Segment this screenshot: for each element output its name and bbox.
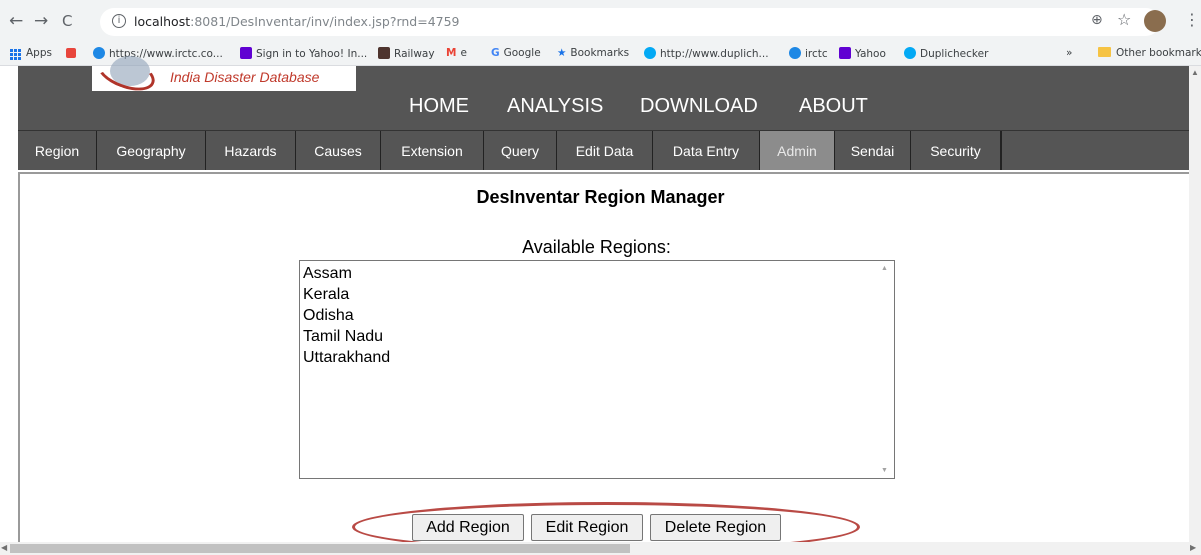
menu-sendai[interactable]: Sendai (835, 131, 911, 170)
bookmark-duplichecker-link[interactable]: http://www.duplich... (644, 47, 769, 60)
listbox-scrollbar[interactable]: ▲ ▼ (877, 261, 894, 478)
page-vertical-scrollbar[interactable]: ▲ (1189, 66, 1201, 542)
site-logo[interactable]: India Disaster Database (92, 48, 356, 98)
menu-query[interactable]: Query (484, 131, 557, 170)
star-icon[interactable]: ☆ (1117, 10, 1131, 29)
bookmark-google[interactable]: G Google (491, 47, 541, 59)
browser-toolbar: ← → C i localhost:8081/DesInventar/inv/i… (0, 0, 1201, 44)
bookmark-yahoo-signin[interactable]: Sign in to Yahoo! In... (240, 47, 367, 60)
page-horizontal-scrollbar[interactable]: ◀ ▶ (0, 542, 1201, 555)
bookmark-railway[interactable]: Railway (378, 47, 435, 60)
menu-data-entry[interactable]: Data Entry (653, 131, 760, 170)
browser-menu-icon[interactable]: ⋮ (1184, 10, 1200, 29)
menu-admin[interactable]: Admin (760, 131, 835, 170)
nav-home[interactable]: HOME (409, 95, 469, 118)
page-scroll-up-icon[interactable]: ▲ (1191, 68, 1199, 77)
region-option[interactable]: Tamil Nadu (300, 326, 390, 347)
bookmark-irctc[interactable]: irctc (789, 47, 828, 60)
nav-download[interactable]: DOWNLOAD (640, 95, 758, 118)
nav-about[interactable]: ABOUT (799, 95, 868, 118)
site-header: India Disaster Database HOME ANALYSIS DO… (18, 48, 1201, 130)
bookmark-bookmarks[interactable]: ★ Bookmarks (557, 47, 629, 59)
menu-extension[interactable]: Extension (381, 131, 484, 170)
apps-icon[interactable] (10, 49, 22, 61)
address-bar[interactable]: i localhost:8081/DesInventar/inv/index.j… (100, 8, 1160, 36)
page-title: DesInventar Region Manager (476, 187, 725, 207)
horizontal-scroll-thumb[interactable] (10, 544, 630, 553)
bookmark-apps[interactable]: Apps (26, 47, 52, 59)
forward-icon[interactable]: → (34, 11, 48, 31)
scroll-up-icon[interactable]: ▲ (881, 265, 888, 272)
profile-avatar[interactable] (1144, 10, 1166, 32)
folder-icon (1098, 47, 1111, 57)
menu-region[interactable]: Region (18, 131, 97, 170)
menu-hazards[interactable]: Hazards (206, 131, 296, 170)
more-bookmarks-icon[interactable]: » (1066, 47, 1072, 59)
region-option[interactable]: Kerala (300, 284, 390, 305)
region-option[interactable]: Uttarakhand (300, 347, 390, 368)
url-text[interactable]: localhost:8081/DesInventar/inv/index.jsp… (134, 14, 460, 29)
region-option[interactable]: Assam (300, 263, 390, 284)
admin-menu-bar: Region Geography Hazards Causes Extensio… (18, 130, 1201, 170)
bookmark-duplichecker[interactable]: Duplichecker (904, 47, 988, 60)
logo-text: India Disaster Database (170, 69, 320, 85)
info-icon[interactable]: i (112, 14, 126, 28)
menu-divider (1001, 131, 1002, 170)
menu-causes[interactable]: Causes (296, 131, 381, 170)
nav-analysis[interactable]: ANALYSIS (507, 95, 603, 118)
bookmark-yahoo[interactable]: Yahoo (839, 47, 886, 60)
menu-security[interactable]: Security (911, 131, 1001, 170)
scroll-right-icon[interactable]: ▶ (1190, 543, 1196, 552)
reload-icon[interactable]: C (62, 12, 72, 30)
regions-listbox[interactable]: Assam Kerala Odisha Tamil Nadu Uttarakha… (299, 260, 895, 479)
bookmark-other[interactable]: Other bookmarks (1098, 47, 1201, 59)
back-icon[interactable]: ← (9, 11, 23, 31)
menu-edit-data[interactable]: Edit Data (557, 131, 653, 170)
region-option[interactable]: Odisha (300, 305, 390, 326)
bookmarks-bar: Apps https://www.irctc.co... Sign in to … (0, 44, 1201, 66)
bookmark-gmail[interactable]: Me (446, 47, 467, 59)
bookmark-icon[interactable] (66, 47, 80, 59)
scroll-down-icon[interactable]: ▼ (881, 467, 888, 474)
available-regions-label: Available Regions: (522, 237, 671, 257)
menu-geography[interactable]: Geography (97, 131, 206, 170)
zoom-icon[interactable]: ⊕ (1091, 12, 1103, 28)
scroll-left-icon[interactable]: ◀ (1, 543, 7, 552)
